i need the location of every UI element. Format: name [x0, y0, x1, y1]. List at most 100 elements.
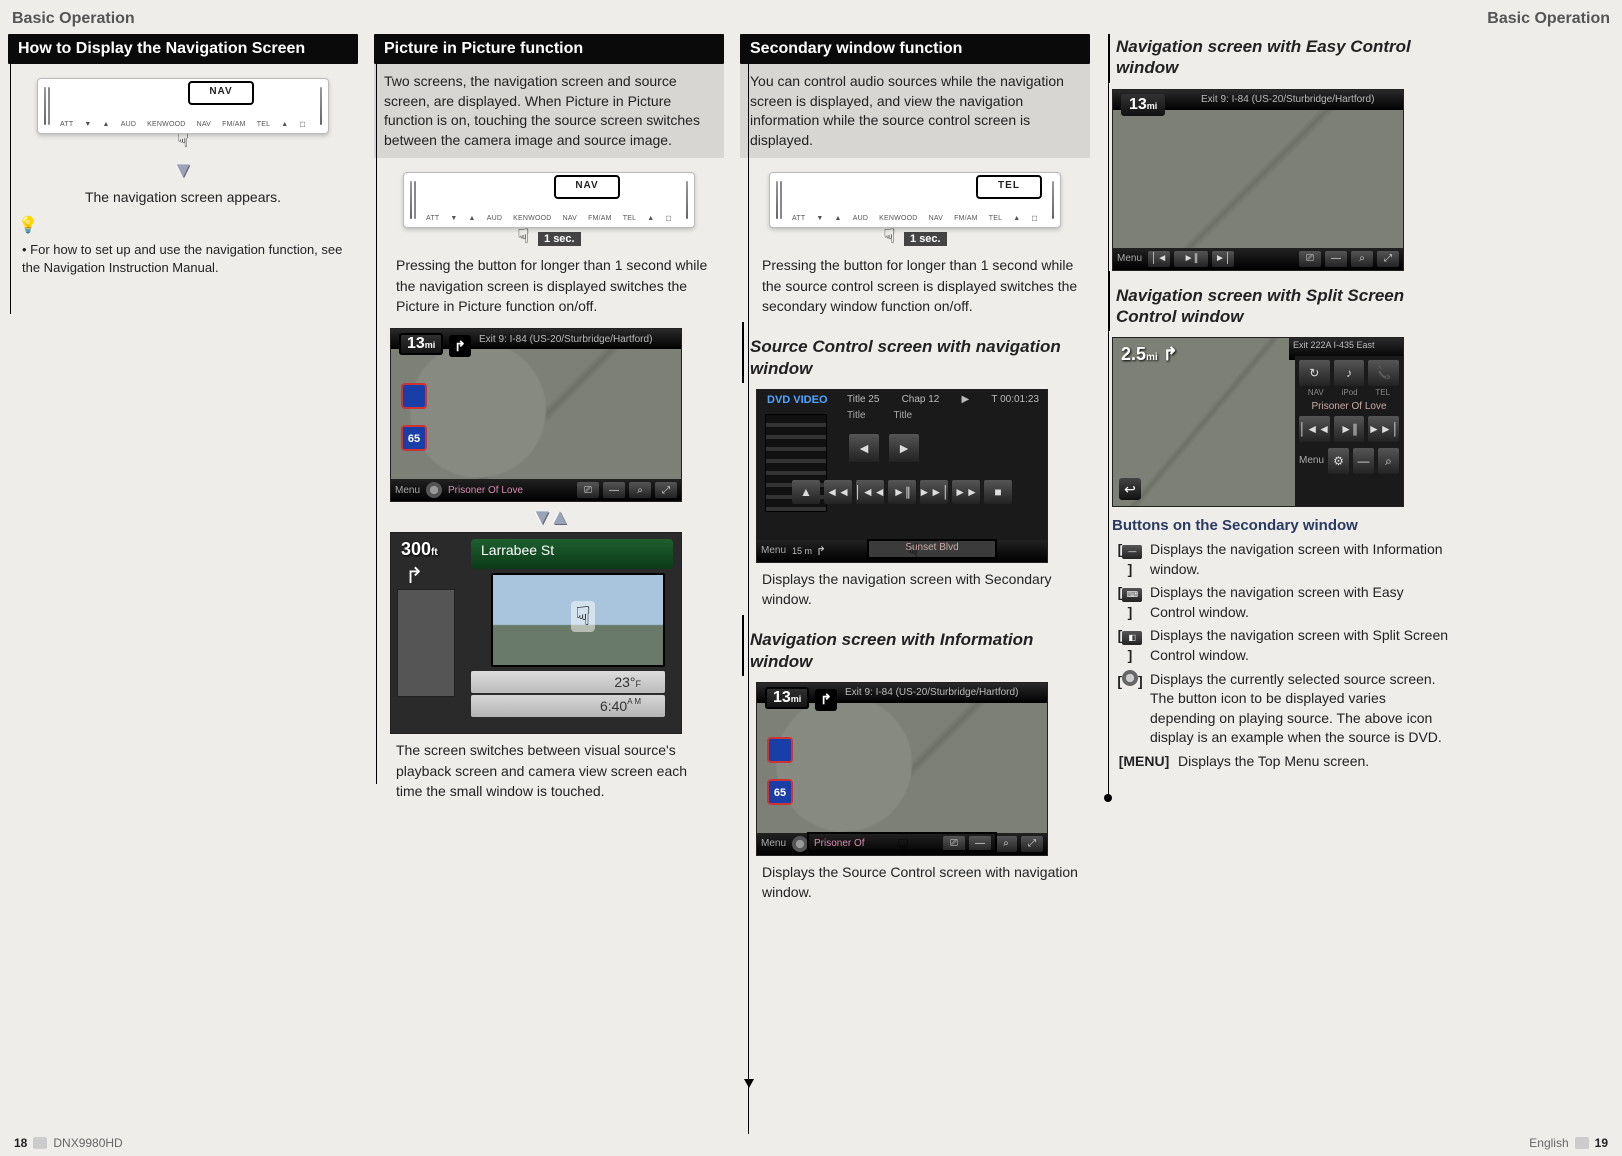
pip-intro-text: Two screens, the navigation screen and s…	[374, 64, 724, 158]
subhead-source-control: Source Control screen with navigation wi…	[742, 322, 1090, 383]
menu-label[interactable]: Menu	[761, 545, 786, 556]
flow-line-end	[1104, 794, 1112, 802]
skip-back-button[interactable]: │◄◄	[856, 480, 884, 504]
mini-button[interactable]: —	[603, 482, 625, 498]
nav-button-pill[interactable]: NAV	[554, 175, 620, 199]
source-nav-button[interactable]: ↻	[1299, 360, 1330, 386]
back-arrow-button[interactable]: ↩	[1119, 478, 1141, 500]
dvd-tab[interactable]: Title	[894, 410, 913, 421]
play-pause-button[interactable]: ►∥	[888, 480, 916, 504]
secondary-intro-text: You can control audio sources while the …	[740, 64, 1090, 158]
nav-button-pill[interactable]: NAV	[188, 81, 254, 105]
distance-box: 13mi	[399, 333, 443, 355]
skip-fwd-button[interactable]: ►►│	[920, 480, 948, 504]
distance-box: 13mi	[765, 687, 809, 709]
route-shield-icon	[401, 383, 427, 409]
turn-arrow-icon	[815, 689, 837, 711]
nav-appears-text: The navigation screen appears.	[8, 189, 358, 205]
faceplate-label: AUD	[121, 121, 136, 129]
button-desc-row: [] Displays the currently selected sourc…	[1106, 668, 1456, 750]
dvd-tab[interactable]: Title	[847, 410, 866, 421]
prev-chapter-button[interactable]: ◄	[849, 434, 879, 462]
mini-button[interactable]: ⌕	[629, 482, 651, 498]
dvd-dist: 15 m	[792, 546, 812, 556]
menu-label[interactable]: Menu	[761, 838, 786, 849]
page-header-right: Basic Operation	[1487, 10, 1610, 28]
disc-icon[interactable]	[426, 482, 442, 498]
heading-pip: Picture in Picture function	[374, 34, 724, 64]
faceplate-label: ATT	[60, 121, 73, 129]
nav-info-bar[interactable]: Sunset Blvd	[867, 539, 997, 559]
skip-back-button[interactable]: │◄	[1148, 251, 1170, 267]
faceplate-diagram-secondary: TEL ATT ▼ ▲ AUD KENWOOD NAV FM/AM TEL ▲ …	[769, 172, 1061, 228]
button-desc-row: [—] Displays the navigation screen with …	[1106, 538, 1456, 581]
tip-text: • For how to set up and use the navigati…	[8, 235, 358, 277]
mini-button[interactable]: —	[1353, 448, 1374, 474]
pip-press-text: Pressing the button for longer than 1 se…	[374, 249, 724, 322]
screenshot-split-screen: 2.5mi ↱ Exit 222A I-435 East ↻ ♪ 📞 NAViP…	[1112, 337, 1404, 507]
street-name: Larrabee St	[471, 539, 673, 569]
split-screen-button-icon: ◧	[1122, 631, 1142, 645]
faceplate-label: ▼	[450, 215, 457, 223]
menu-label[interactable]: Menu	[395, 485, 420, 496]
subhead-split-screen: Navigation screen with Split Screen Cont…	[1108, 271, 1456, 332]
one-second-badge: 1 sec.	[904, 232, 947, 246]
turn-arrow-icon: ↱	[405, 563, 423, 589]
mini-button[interactable]: ⌕	[995, 836, 1017, 852]
mini-button[interactable]: ⚙	[1328, 448, 1349, 474]
mini-button[interactable]: ⤢	[1377, 251, 1399, 267]
stop-button[interactable]: ■	[984, 480, 1012, 504]
menu-label[interactable]: Menu	[1117, 253, 1142, 264]
source-tel-button[interactable]: 📞	[1368, 360, 1399, 386]
button-desc-text: Displays the navigation screen with Easy…	[1144, 583, 1450, 622]
play-pause-button[interactable]: ►∥	[1334, 416, 1365, 442]
rewind-button[interactable]: ◄◄	[824, 480, 852, 504]
column-secondary-continued: Navigation screen with Easy Control wind…	[1106, 34, 1456, 908]
skip-fwd-button[interactable]: ►►│	[1368, 416, 1399, 442]
language-label: English	[1529, 1136, 1568, 1150]
button-desc-row: [MENU] Displays the Top Menu screen.	[1106, 750, 1456, 774]
menu-label[interactable]: Menu	[1299, 448, 1324, 474]
split-control-panel: ↻ ♪ 📞 NAViPodTEL Prisoner Of Love │◄◄ ►∥…	[1295, 356, 1403, 506]
fast-fwd-button[interactable]: ►►	[952, 480, 980, 504]
mini-button[interactable]: ⤢	[655, 482, 677, 498]
mini-button[interactable]: —	[1325, 251, 1347, 267]
faceplate-label: ▲	[835, 215, 842, 223]
button-desc-text: Displays the Top Menu screen.	[1172, 752, 1450, 772]
track-title: Prisoner Of Love	[448, 485, 523, 496]
after-nav2-text: Displays the Source Control screen with …	[740, 856, 1090, 909]
source-ipod-button[interactable]: ♪	[1334, 360, 1365, 386]
mini-button[interactable]: ⌕	[1351, 251, 1373, 267]
screenshot-nav-map: Exit 9: I-84 (US-20/Sturbridge/Hartford)…	[390, 328, 682, 502]
faceplate-label: ☐	[1031, 215, 1037, 223]
tap-hand-icon: ☟	[517, 226, 529, 248]
screenshot-nav-info: Exit 9: I-84 (US-20/Sturbridge/Hartford)…	[756, 682, 1048, 856]
tel-button-pill[interactable]: TEL	[976, 175, 1042, 199]
secondary-press-text: Pressing the button for longer than 1 se…	[740, 249, 1090, 322]
tap-hand-icon: ☟	[571, 601, 595, 632]
up-button[interactable]: ▲	[792, 480, 820, 504]
skip-fwd-button[interactable]: ►│	[1212, 251, 1234, 267]
faceplate-label: ☐	[299, 121, 305, 129]
faceplate-label: ▲	[647, 215, 654, 223]
distance-value: 300ft	[401, 539, 438, 560]
mini-button[interactable]: ⤢	[1021, 836, 1043, 852]
page-number-left: 18	[14, 1136, 27, 1150]
faceplate-label: ▲	[281, 121, 288, 129]
faceplate-label: FM/AM	[588, 215, 612, 223]
faceplate-label: FM/AM	[954, 215, 978, 223]
source-disc-button-icon	[1122, 670, 1138, 686]
next-chapter-button[interactable]: ►	[889, 434, 919, 462]
exit-label: Exit 9: I-84 (US-20/Sturbridge/Hartford)	[479, 334, 652, 345]
time-row: 6:40A M	[471, 695, 665, 717]
page-number-right: 19	[1595, 1136, 1608, 1150]
skip-back-button[interactable]: │◄◄	[1299, 416, 1330, 442]
faceplate-label: AUD	[853, 215, 868, 223]
screenshot-bottom-bar: Menu Prisoner Of Love ⎚ — ⌕ ⤢	[391, 479, 681, 501]
play-pause-button[interactable]: ►∥	[1174, 251, 1208, 267]
mini-button[interactable]: ⎚	[577, 482, 599, 498]
mini-button[interactable]: ⎚	[1299, 251, 1321, 267]
disc-icon[interactable]	[792, 836, 808, 852]
turn-arrow-icon: ↱	[816, 544, 826, 558]
mini-button[interactable]: ⌕	[1378, 448, 1399, 474]
